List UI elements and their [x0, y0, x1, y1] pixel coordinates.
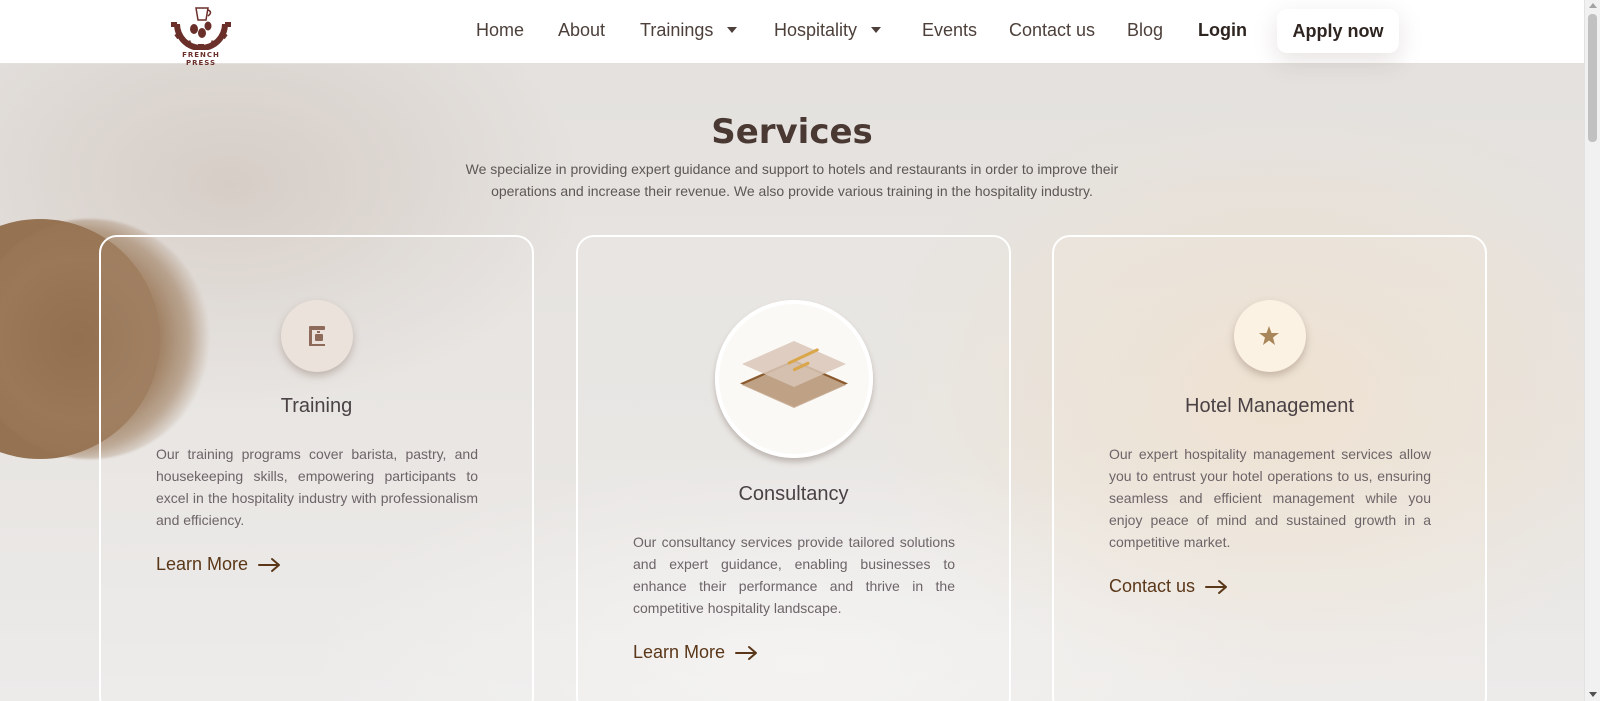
- nav-hospitality-label: Hospitality: [774, 20, 858, 40]
- arrow-right-icon: [258, 557, 281, 572]
- nav-hospitality[interactable]: Hospitality: [774, 20, 882, 41]
- learn-more-link[interactable]: Learn More: [156, 554, 282, 575]
- brand-logo[interactable]: FRENCH PRESS: [166, 2, 236, 67]
- logo-gear-icon: [171, 7, 231, 50]
- section-description: We specialize in providing expert guidan…: [465, 161, 1119, 199]
- card-text: Our consultancy services provide tailore…: [633, 534, 955, 616]
- arrow-right-icon: [735, 645, 758, 660]
- nav-contact[interactable]: Contact us: [1009, 20, 1095, 41]
- section-title: Services: [711, 112, 873, 152]
- contact-us-link[interactable]: Contact us: [1109, 576, 1229, 597]
- scroll-up-icon[interactable]: [1589, 3, 1597, 8]
- link-label: Learn More: [633, 642, 726, 662]
- service-card-hotel-management: Hotel Management Our expert hospitality …: [1052, 235, 1487, 701]
- nav-events[interactable]: Events: [922, 20, 977, 41]
- scroll-down-icon[interactable]: [1589, 692, 1597, 697]
- arrow-right-icon: [1205, 579, 1228, 594]
- service-card-training: Training Our training programs cover bar…: [99, 235, 534, 701]
- card-title: Consultancy: [738, 483, 849, 505]
- link-label: Learn More: [156, 554, 249, 574]
- logo-text: FRENCH PRESS: [182, 51, 220, 67]
- card-text: Our expert hospitality management servic…: [1109, 446, 1431, 550]
- coffee-machine-icon: [280, 300, 353, 372]
- chevron-down-icon: [871, 27, 882, 33]
- nav-home[interactable]: Home: [476, 20, 524, 41]
- page-scrollbar[interactable]: [1584, 0, 1600, 701]
- scrollbar-thumb[interactable]: [1588, 14, 1597, 142]
- nav-login[interactable]: Login: [1198, 20, 1247, 41]
- card-title: Training: [280, 395, 353, 417]
- layers-icon: [714, 300, 873, 458]
- chevron-down-icon: [727, 27, 738, 33]
- card-text: Our training programs cover barista, pas…: [156, 446, 478, 528]
- nav-trainings[interactable]: Trainings: [640, 20, 738, 41]
- star-icon: [1233, 300, 1306, 372]
- nav-trainings-label: Trainings: [640, 20, 714, 40]
- navbar: FRENCH PRESS Home About Trainings Hospit…: [0, 0, 1584, 67]
- nav-about[interactable]: About: [558, 20, 605, 41]
- apply-now-button[interactable]: Apply now: [1277, 9, 1399, 53]
- service-card-consultancy: Consultancy Our consultancy services pro…: [576, 235, 1011, 701]
- link-label: Contact us: [1109, 576, 1196, 596]
- learn-more-link[interactable]: Learn More: [633, 642, 759, 663]
- card-title: Hotel Management: [1185, 395, 1354, 417]
- nav-blog[interactable]: Blog: [1127, 20, 1163, 41]
